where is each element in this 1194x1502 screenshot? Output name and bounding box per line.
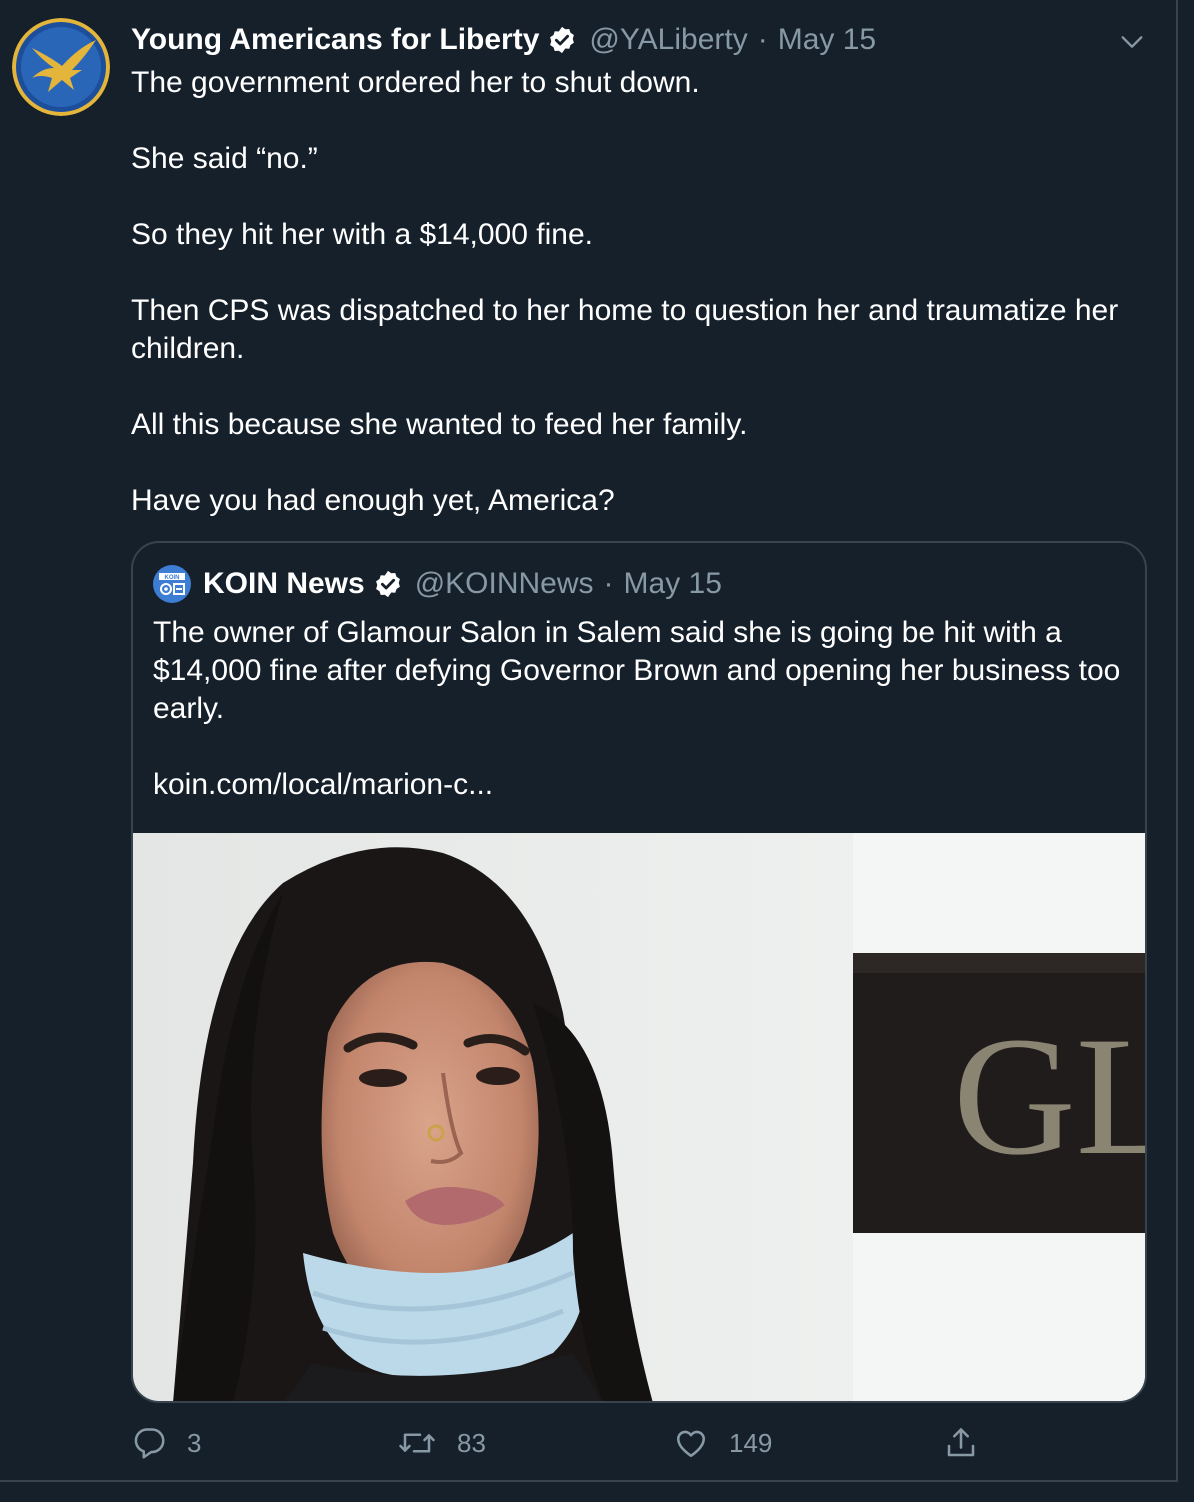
tweet-paragraph: All this because she wanted to feed her … <box>131 408 748 441</box>
eagle-logo-icon <box>12 18 110 116</box>
tweet-header: Young Americans for Liberty @YALiberty ·… <box>131 20 876 60</box>
tweet-paragraph: So they hit her with a $14,000 fine. <box>131 218 593 251</box>
koin-logo[interactable]: KOIN <box>153 565 191 603</box>
koin-logo-text: KOIN <box>165 575 180 581</box>
tweet-date[interactable]: May 15 <box>778 23 876 57</box>
quoted-tweet-text: The owner of Glamour Salon in Salem said… <box>153 614 1133 804</box>
author-name[interactable]: Young Americans for Liberty <box>131 23 539 57</box>
tweet-actions: 3 83 149 <box>131 1420 1111 1466</box>
verified-badge-icon <box>547 25 577 55</box>
quoted-author-name[interactable]: KOIN News <box>203 567 365 601</box>
retweet-button[interactable]: 83 <box>397 1420 486 1466</box>
tweet-paragraph: Have you had enough yet, America? <box>131 484 615 517</box>
quoted-tweet-paragraph: The owner of Glamour Salon in Salem said… <box>153 616 1129 725</box>
quoted-tweet[interactable]: KOIN KOIN News @KOINNews · May 15 The ow… <box>131 541 1147 1403</box>
salon-sign-text: GL <box>953 1002 1145 1190</box>
author-handle[interactable]: @YALiberty <box>589 23 747 57</box>
tweet-paragraph: She said “no.” <box>131 142 318 175</box>
quoted-tweet-photo[interactable]: GL <box>133 833 1145 1401</box>
tweet-paragraph: Then CPS was dispatched to her home to q… <box>131 294 1127 365</box>
tweet[interactable]: Young Americans for Liberty @YALiberty ·… <box>0 0 1178 1482</box>
reply-icon <box>134 1428 165 1459</box>
quoted-tweet-header: KOIN KOIN News @KOINNews · May 15 <box>153 565 722 603</box>
reply-count: 3 <box>187 1427 202 1458</box>
share-icon <box>947 1428 975 1457</box>
retweet-icon <box>399 1433 435 1453</box>
koin-logo-icon: KOIN <box>159 573 185 595</box>
quoted-tweet-date[interactable]: May 15 <box>624 567 722 601</box>
avatar[interactable] <box>12 18 110 116</box>
retweet-count: 83 <box>457 1427 486 1458</box>
salon-owner-photo: GL <box>133 833 1145 1401</box>
like-count: 149 <box>729 1427 773 1458</box>
share-button[interactable] <box>943 1420 979 1466</box>
quoted-tweet-link[interactable]: koin.com/local/marion-c... <box>153 766 1133 804</box>
tweet-paragraph: The government ordered her to shut down. <box>131 66 700 99</box>
separator-dot: · <box>757 23 768 56</box>
reply-button[interactable]: 3 <box>131 1420 201 1466</box>
verified-badge-icon <box>373 569 403 599</box>
quoted-author-handle[interactable]: @KOINNews <box>415 567 594 601</box>
tweet-text: The government ordered her to shut down.… <box>131 64 1161 520</box>
like-button[interactable]: 149 <box>673 1420 772 1466</box>
heart-icon <box>676 1430 706 1458</box>
more-options-chevron-down-icon[interactable] <box>1116 26 1148 58</box>
separator-dot: · <box>603 567 614 600</box>
